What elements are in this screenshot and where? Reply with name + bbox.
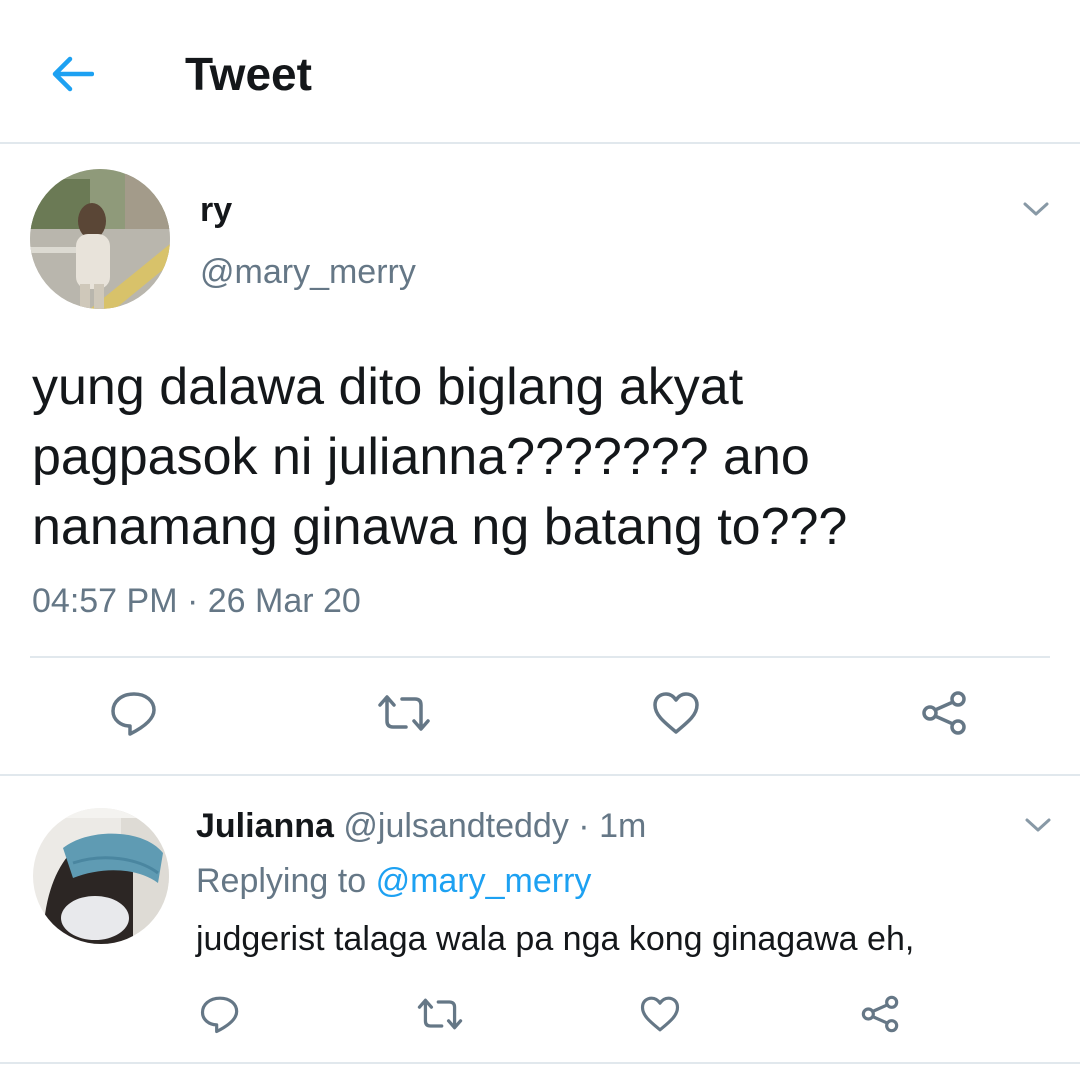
retweet-icon: [417, 998, 463, 1030]
reply-time[interactable]: 1m: [599, 807, 646, 845]
reply-icon: [200, 996, 239, 1034]
divider: [30, 656, 1050, 658]
chevron-down-icon: [1023, 202, 1049, 216]
chevron-down-icon: [1025, 818, 1051, 832]
arrow-left-icon: [52, 56, 94, 92]
like-icon: [653, 692, 699, 734]
reply-author-avatar[interactable]: [33, 808, 169, 944]
reply-icon: [111, 692, 156, 736]
share-icon: [861, 995, 899, 1033]
reply-text: judgerist talaga wala pa nga kong ginaga…: [196, 920, 915, 958]
reply-header: Julianna @julsandteddy · 1m: [196, 805, 646, 847]
share-icon: [922, 691, 966, 735]
retweet-icon: [378, 695, 430, 731]
reply-options-button[interactable]: [1018, 810, 1058, 840]
divider: [0, 1062, 1080, 1064]
share-button[interactable]: [914, 685, 974, 741]
replying-to: Replying to @mary_merry: [196, 860, 591, 902]
author-avatar[interactable]: [30, 169, 170, 309]
separator: ·: [578, 807, 590, 845]
reply-author-handle[interactable]: @julsandteddy: [343, 807, 568, 845]
retweet-button[interactable]: [374, 685, 434, 741]
divider: [0, 774, 1080, 776]
author-handle[interactable]: @mary_merry: [200, 252, 416, 292]
reply-retweet-button[interactable]: [413, 990, 467, 1038]
reply-share-button[interactable]: [853, 990, 907, 1038]
tweet-timestamp[interactable]: 04:57 PM · 26 Mar 20: [32, 580, 361, 622]
tweet-text: yung dalawa dito biglang akyat pagpasok …: [32, 358, 848, 556]
tweet-options-button[interactable]: [1016, 194, 1056, 224]
author-name[interactable]: ry: [200, 190, 232, 230]
back-button[interactable]: [44, 48, 100, 100]
top-bar: Tweet: [0, 0, 1080, 144]
reply-button[interactable]: [104, 685, 164, 741]
like-icon: [640, 996, 680, 1032]
page-title: Tweet: [185, 48, 312, 100]
reply-like-button[interactable]: [633, 990, 687, 1038]
reply-author-name[interactable]: Julianna: [196, 807, 334, 845]
replying-to-label: Replying to: [196, 862, 367, 900]
like-button[interactable]: [646, 685, 706, 741]
replying-to-link[interactable]: @mary_merry: [376, 862, 592, 900]
reply-reply-button[interactable]: [193, 990, 247, 1038]
